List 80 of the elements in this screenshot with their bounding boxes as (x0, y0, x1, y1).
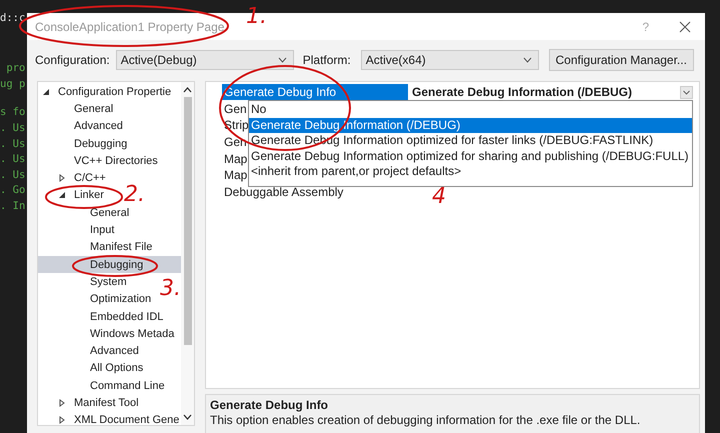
tree-label: Input (90, 224, 114, 236)
dropdown-option[interactable]: No (249, 102, 692, 118)
tree-item[interactable]: Input (38, 221, 114, 239)
code-line: . Go (0, 183, 26, 198)
annotation-number: 3. (160, 278, 181, 300)
tree-item[interactable]: All Options (38, 360, 144, 378)
description-text: This option enables creation of debugging information for the .exe file or the DLL. (210, 413, 642, 427)
code-line: ug p (0, 77, 26, 92)
platform-label: Platform: (302, 53, 351, 67)
code-line: . Us (0, 121, 26, 136)
scroll-up-icon[interactable] (183, 87, 192, 93)
tree-label: Embedded IDL (90, 310, 164, 322)
configuration-manager-button[interactable]: Configuration Manager... (548, 49, 694, 71)
tree-item[interactable]: Optimization (38, 290, 152, 308)
expanded-arrow-icon[interactable] (58, 191, 66, 200)
tree-item[interactable]: XML Document Gene (38, 412, 180, 425)
code-line: . Us (0, 152, 26, 166)
tree-item[interactable]: Windows Metada (38, 325, 174, 342)
tree-item[interactable]: Advanced (38, 342, 139, 360)
tree-label: Configuration Propertie (58, 86, 172, 98)
tree-item[interactable]: General (38, 204, 130, 222)
tree-item[interactable]: Manifest File (38, 238, 152, 256)
tree-item[interactable]: Debugging (38, 256, 181, 274)
tree-label: C/C++ (74, 172, 106, 184)
tree-item[interactable]: C/C++ (38, 169, 106, 187)
annotation-number: 4 (432, 186, 446, 208)
scrollbar[interactable] (181, 82, 194, 425)
tree-item[interactable]: System (38, 273, 127, 291)
dropdown-option[interactable]: Generate Debug Information (/DEBUG) (249, 118, 692, 133)
window-title: ConsoleApplication1 Property Page (35, 20, 226, 34)
tree-label: XML Document Gene (74, 414, 180, 425)
tree-item[interactable]: Advanced (38, 118, 123, 135)
tree-label: Linker (74, 189, 104, 202)
dropdown-option[interactable]: Generate Debug Information optimized for sharing and publishing (/DEBUG:FULL) (249, 148, 692, 164)
tree-label: Windows Metada (90, 328, 174, 340)
chevron-down-icon (278, 57, 287, 63)
tree-item[interactable]: Manifest Tool (38, 394, 139, 412)
code-line: . Us (0, 168, 26, 182)
tree-label: Optimization (90, 293, 152, 306)
platform-dropdown[interactable]: Active(x64) (360, 50, 539, 70)
collapsed-arrow-icon[interactable] (58, 416, 66, 424)
tree-item[interactable]: Configuration Propertie (38, 83, 172, 100)
tree-label: VC++ Directories (74, 154, 158, 167)
dropdown-option[interactable]: <inherit from parent,or project defaults> (249, 164, 692, 180)
tree-label: Debugging (74, 138, 128, 150)
scroll-down-icon[interactable] (183, 414, 192, 420)
description-title: Generate Debug Info (210, 398, 330, 412)
code-line: pro (5, 61, 26, 76)
tree-item[interactable]: Linker (38, 186, 104, 204)
configuration-dropdown[interactable]: Active(Debug) (116, 50, 294, 70)
code-line: s fo (0, 105, 26, 120)
tree-label: General (90, 206, 130, 219)
tree-label: Manifest File (90, 241, 152, 254)
property-name[interactable]: Generate Debug Info (222, 84, 408, 100)
property-name[interactable]: Debuggable Assembly (222, 184, 408, 200)
code-line: . In (0, 198, 26, 213)
tree-label: All Options (90, 362, 144, 374)
tree-item[interactable]: Embedded IDL (38, 308, 164, 326)
tree-label: System (90, 276, 127, 288)
tree-item[interactable]: General (38, 100, 114, 118)
tree-item[interactable]: VC++ Directories (38, 152, 158, 170)
close-icon[interactable] (679, 20, 691, 32)
scroll-thumb[interactable] (184, 97, 192, 345)
tree-label: Advanced (90, 345, 139, 358)
tree-item[interactable]: Command Line (38, 377, 165, 394)
expanded-arrow-icon[interactable] (42, 88, 50, 96)
code-line: d::c (0, 11, 26, 26)
collapsed-arrow-icon[interactable] (58, 174, 66, 182)
tree-label: General (74, 102, 114, 115)
tree-item[interactable]: Debugging (38, 134, 128, 152)
code-line: . Us (0, 136, 26, 151)
tree-label: Command Line (90, 380, 165, 392)
chevron-down-icon[interactable] (680, 86, 693, 99)
tree-label: Manifest Tool (74, 396, 139, 409)
annotation-number: 2. (124, 184, 145, 206)
chevron-down-icon (522, 57, 532, 63)
tree-label: Advanced (74, 120, 123, 132)
tree-label: Debugging (90, 258, 144, 271)
collapsed-arrow-icon[interactable] (58, 398, 66, 407)
configuration-label: Configuration: (35, 53, 110, 67)
